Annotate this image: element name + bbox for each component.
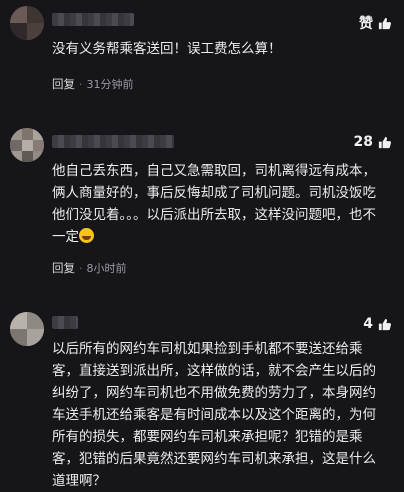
- comment-1: 赞 没有义务帮乘客送回！误工费怎么算！ 回复 · 31分钟前: [0, 0, 404, 100]
- separator-dot: ·: [79, 77, 83, 91]
- like-count: 28: [353, 134, 373, 150]
- avatar[interactable]: [10, 312, 44, 346]
- separator-dot: ·: [79, 261, 83, 275]
- comment-text: 他自己丢东西，自己又急需取回，司机离得远有成本，俩人商量好的，事后反悔却成了司机…: [52, 160, 388, 248]
- reply-button[interactable]: 回复: [52, 260, 75, 276]
- username-blurred[interactable]: [52, 316, 78, 329]
- reply-button[interactable]: 回复: [52, 76, 75, 92]
- like-button[interactable]: 赞: [359, 13, 392, 33]
- timestamp: 8小时前: [86, 262, 127, 275]
- comment-text: 以后所有的网约车司机如果捡到手机都不要送还给乘客，直接送到派出所，这样做的话，就…: [52, 341, 376, 489]
- username-blurred[interactable]: [52, 135, 174, 148]
- avatar[interactable]: [10, 128, 44, 162]
- comment-text: 没有义务帮乘客送回！误工费怎么算！: [52, 41, 282, 57]
- like-count: 4: [363, 316, 373, 332]
- like-button[interactable]: 4: [363, 316, 392, 332]
- like-label: 赞: [359, 16, 373, 32]
- thumbs-up-icon: [378, 318, 392, 330]
- comment-meta: 回复 · 8小时前: [52, 260, 127, 276]
- timestamp: 31分钟前: [86, 78, 134, 91]
- comment-text-body: 他自己丢东西，自己又急需取回，司机离得远有成本，俩人商量好的，事后反悔却成了司机…: [52, 163, 376, 245]
- comment-meta: 回复 · 31分钟前: [52, 76, 134, 92]
- thumbs-up-icon: [378, 136, 392, 148]
- like-button[interactable]: 28: [354, 134, 392, 150]
- grinning-sweat-emoji-icon: [79, 228, 94, 243]
- avatar[interactable]: [10, 6, 44, 40]
- thumbs-up-icon: [378, 17, 392, 29]
- username-blurred[interactable]: [52, 13, 134, 26]
- comment-2: 28 他自己丢东西，自己又急需取回，司机离得远有成本，俩人商量好的，事后反悔却成…: [0, 122, 404, 292]
- comment-3: 4 以后所有的网约车司机如果捡到手机都不要送还给乘客，直接送到派出所，这样做的话…: [0, 306, 404, 489]
